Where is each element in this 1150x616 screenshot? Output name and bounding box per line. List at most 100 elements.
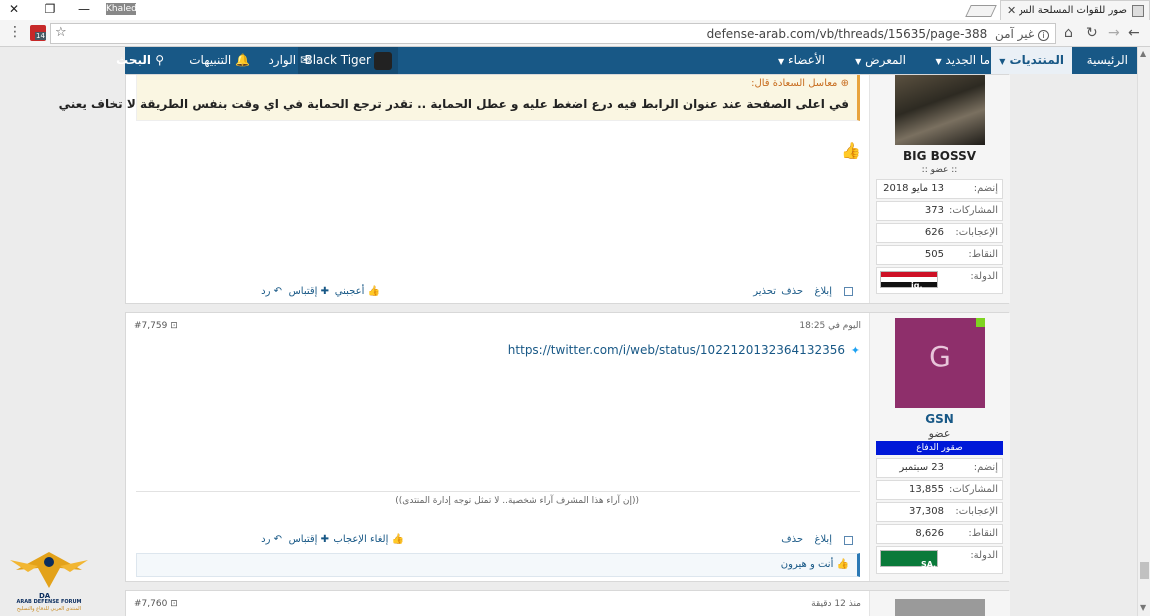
menu-icon[interactable]: ⋮ [8,24,22,40]
stat-label: النقاط: [968,249,998,260]
post-number[interactable]: #7,759 ⊡ [134,321,178,331]
url-text[interactable]: defense-arab.com/vb/threads/15635/page-3… [707,27,1049,41]
like-button[interactable]: 👍 أعجبني [335,286,380,297]
stat-label: النقاط: [968,528,998,539]
nav-members[interactable]: الأعضاء ▼ [778,47,825,74]
report-link[interactable]: إبلاغ [815,534,833,545]
stat-label: الإعجابات: [955,506,998,517]
nav-forums-label: المنتديات [1009,53,1064,67]
likes-label: أنت و هيرون [780,559,834,570]
nav-whats-new-label: ما الجديد [945,53,990,67]
thumbs-up-icon: 👍 [836,559,849,570]
likes-bar: 👍 أنت و هيرون [136,553,860,577]
thumbs-up-icon: 👍 [367,286,380,297]
logo-text-ar: المنتدى العربي للدفاع والتسليح [16,606,82,612]
new-tab-button[interactable] [965,5,997,17]
stat-joined: إنضم: 13 مايو 2018 [876,179,1003,199]
profile-name[interactable]: Khaled [106,3,137,15]
stat-posts: المشاركات: 373 [876,201,1003,221]
nav-inbox[interactable]: ✉ الوارد [268,47,310,74]
browser-tab[interactable]: صور للقوات المسلحة الس... ✕ [1000,0,1150,20]
security-label[interactable]: غير آمن [995,27,1034,41]
reload-icon[interactable]: ↻ [1086,25,1098,41]
warn-link[interactable]: تحذير [753,286,776,297]
quote-author: معاسل السعادة قال: [751,78,838,89]
nav-gallery[interactable]: المعرض ▼ [855,47,906,74]
delete-link[interactable]: حذف [781,286,803,297]
nav-forums[interactable]: المنتديات ▼ [991,47,1072,74]
delete-link[interactable]: حذف [781,534,803,545]
post-content: منذ 12 دقيقة #7,760 ⊡ [126,591,869,616]
tab-title: صور للقوات المسلحة الس... [1019,5,1127,16]
post-number-label: #7,760 [134,599,168,609]
scroll-up-icon[interactable]: ▲ [1140,49,1146,58]
iraq-flag-icon: .iq [880,271,938,290]
select-checkbox[interactable] [844,287,853,296]
forum-navbar: الرئيسية المنتديات ▼ ما الجديد ▼ المعرض … [116,47,1138,74]
chevron-down-icon: ▼ [935,57,942,66]
browser-toolbar: ⋮ 14 ☆ defense-arab.com/vb/threads/15635… [0,20,1150,47]
post-date[interactable]: منذ 12 دقيقة [811,599,861,609]
bookmark-star-icon[interactable]: ☆ [55,25,67,40]
stat-value: 505 [924,249,944,260]
unlike-label: إلغاء الإعجاب [333,534,389,545]
username[interactable]: BIG BOSSV [869,149,1010,163]
nav-user[interactable]: Black Tiger [298,47,398,74]
post-date[interactable]: اليوم في 18:25 [799,321,861,331]
online-indicator-icon [976,318,985,327]
home-icon[interactable]: ⌂ [1064,25,1073,41]
avatar[interactable] [895,599,985,616]
select-checkbox[interactable] [844,536,853,545]
nav-user-label: Black Tiger [304,53,371,67]
stat-likes: الإعجابات: 37,308 [876,502,1003,522]
likes-text[interactable]: 👍 أنت و هيرون [781,559,849,570]
page-scrollbar[interactable]: ▲ ▼ [1137,47,1150,616]
close-window-icon[interactable]: ✕ [6,2,22,16]
tweet-link[interactable]: https://twitter.com/i/web/status/1022120… [508,343,845,357]
back-icon[interactable]: ← [1128,25,1140,41]
quote-body: في اعلى الصفحة عند عنوان الرابط فيه درع … [58,97,849,111]
logo-text-en: ARAB DEFENSE FORUM [16,599,82,605]
nav-alerts[interactable]: 🔔 التنبيهات [189,47,250,74]
nav-home[interactable]: الرئيسية [1087,47,1128,74]
stat-value: 13 مايو 2018 [883,183,944,194]
avatar[interactable] [895,75,985,145]
plus-icon: ✚ [320,534,329,545]
stat-value: 626 [924,227,944,238]
username[interactable]: GSN [869,412,1010,426]
scrollbar-thumb[interactable] [1140,562,1149,579]
flag-label: .iq [911,281,923,290]
plus-icon: ✚ [320,286,329,297]
stat-label: الدولة: [970,550,998,561]
address-bar[interactable]: ☆ defense-arab.com/vb/threads/15635/page… [50,23,1056,44]
info-icon[interactable]: i [1038,30,1049,41]
minimize-icon[interactable]: — [76,2,92,16]
reply-arrow-icon: ↶ [273,534,282,545]
unlike-button[interactable]: 👍 إلغاء الإعجاب [333,534,404,545]
nav-search-label: البحث [116,53,152,67]
chevron-down-icon: ▼ [855,57,862,66]
tab-close-icon[interactable]: ✕ [1007,4,1016,17]
nav-whats-new[interactable]: ما الجديد ▼ [935,47,990,74]
stat-label: الإعجابات: [955,227,998,238]
maximize-icon[interactable]: ❐ [42,2,58,16]
forward-icon[interactable]: → [1108,25,1120,41]
extension-icon[interactable]: 14 [30,25,46,41]
stat-label: إنضم: [973,183,998,194]
reply-button[interactable]: ↶ رد [261,286,282,297]
stat-label: المشاركات: [949,205,998,216]
flag-label: .SA [921,560,936,569]
post-number[interactable]: #7,760 ⊡ [134,599,178,609]
avatar[interactable]: G [895,318,985,408]
reply-label: رد [261,286,271,297]
user-avatar [374,51,392,70]
reply-arrow-icon: ↶ [273,286,282,297]
scroll-down-icon[interactable]: ▼ [1140,603,1146,612]
reply-button[interactable]: ↶ رد [261,534,282,545]
quote-header[interactable]: ⊕ معاسل السعادة قال: [751,78,849,89]
quote-button[interactable]: ✚ إقتباس [289,534,329,545]
thumbs-up-icon: 👍 [391,534,404,545]
nav-search[interactable]: ⚲ البحث [116,47,164,74]
report-link[interactable]: إبلاغ [815,286,833,297]
quote-button[interactable]: ✚ إقتباس [289,286,329,297]
